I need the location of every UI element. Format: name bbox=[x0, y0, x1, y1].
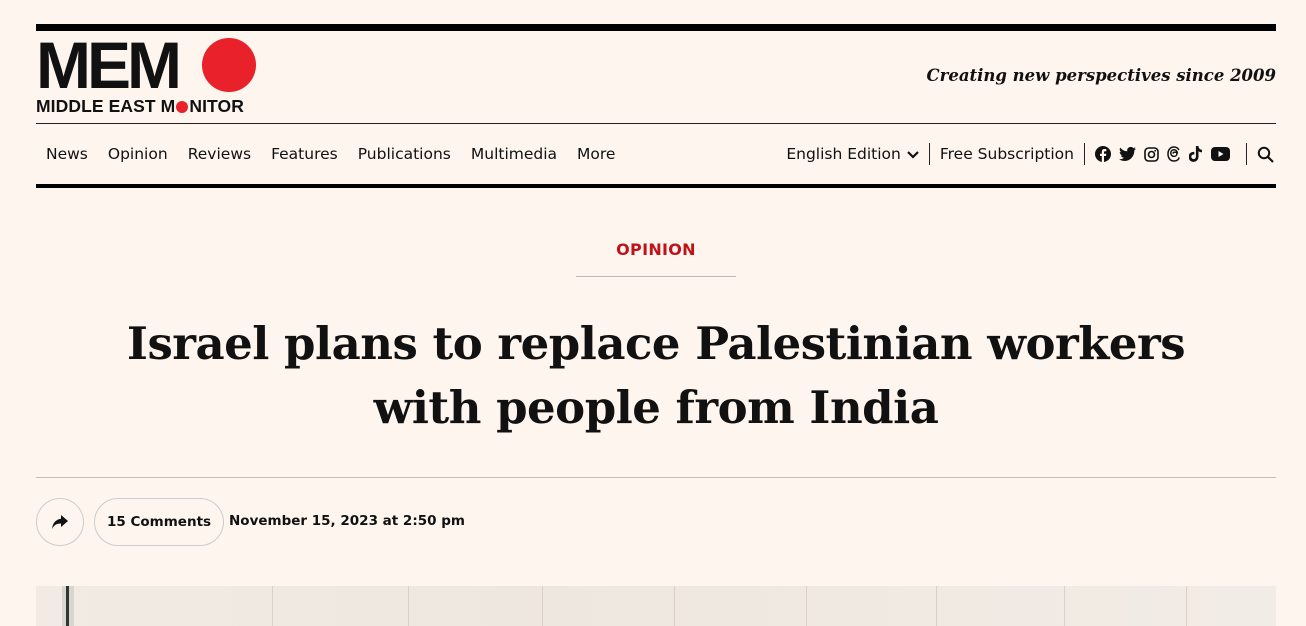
hero-image-panel bbox=[272, 586, 273, 626]
nav-separator bbox=[1084, 143, 1085, 165]
page-wrapper: MEM MIDDLE EAST M NITOR Creating new pers… bbox=[36, 0, 1276, 626]
nav-item-opinion[interactable]: Opinion bbox=[98, 145, 178, 163]
share-arrow-icon bbox=[52, 515, 68, 529]
article-category[interactable]: OPINION bbox=[576, 240, 736, 259]
comments-button[interactable]: 15 Comments bbox=[94, 498, 225, 546]
social-icons bbox=[1095, 146, 1230, 162]
hero-image-panel bbox=[542, 586, 543, 626]
logo-red-dot bbox=[202, 38, 256, 92]
hero-image-panel bbox=[936, 586, 937, 626]
publish-date: November 15, 2023 at 2:50 pm bbox=[229, 513, 465, 529]
hero-image bbox=[36, 586, 1276, 626]
youtube-icon[interactable] bbox=[1211, 147, 1230, 161]
nav-item-news[interactable]: News bbox=[36, 145, 98, 163]
logo-wordmark: MEM bbox=[36, 28, 182, 102]
threads-icon[interactable] bbox=[1167, 146, 1181, 162]
meta-divider bbox=[36, 477, 1276, 478]
facebook-icon[interactable] bbox=[1095, 146, 1111, 162]
chevron-down-icon bbox=[907, 145, 919, 163]
free-subscription-link[interactable]: Free Subscription bbox=[940, 145, 1074, 163]
hero-image-panel bbox=[1064, 586, 1065, 626]
instagram-icon[interactable] bbox=[1144, 146, 1159, 162]
nav-separator bbox=[928, 143, 930, 165]
nav-bottom-rule bbox=[36, 184, 1276, 188]
top-rule bbox=[36, 24, 1276, 31]
category-underline bbox=[576, 276, 736, 277]
nav-item-more[interactable]: More bbox=[567, 145, 625, 163]
main-nav: News Opinion Reviews Features Publicatio… bbox=[36, 140, 625, 168]
hero-image-panel bbox=[674, 586, 675, 626]
header-divider bbox=[36, 123, 1276, 124]
hero-image-panel bbox=[806, 586, 807, 626]
edition-label: English Edition bbox=[786, 145, 901, 163]
edition-selector[interactable]: English Edition bbox=[786, 145, 919, 163]
nav-item-multimedia[interactable]: Multimedia bbox=[461, 145, 567, 163]
twitter-icon[interactable] bbox=[1119, 147, 1136, 161]
search-icon[interactable] bbox=[1257, 146, 1274, 163]
article-title: Israel plans to replace Palestinian work… bbox=[126, 317, 1186, 434]
logo-subtitle: MIDDLE EAST M NITOR bbox=[36, 96, 244, 116]
site-tagline: Creating new perspectives since 2009 bbox=[926, 66, 1277, 85]
share-button[interactable] bbox=[36, 498, 84, 546]
tiktok-icon[interactable] bbox=[1189, 146, 1203, 162]
nav-item-reviews[interactable]: Reviews bbox=[178, 145, 261, 163]
hero-image-panel bbox=[408, 586, 409, 626]
hero-image-edge bbox=[66, 586, 69, 626]
nav-item-publications[interactable]: Publications bbox=[348, 145, 461, 163]
nav-right: English Edition Free Subscription bbox=[786, 140, 1276, 168]
nav-separator bbox=[1246, 143, 1247, 165]
nav-item-features[interactable]: Features bbox=[261, 145, 348, 163]
hero-image-panel bbox=[1186, 586, 1187, 626]
site-logo[interactable]: MEM MIDDLE EAST M NITOR bbox=[36, 32, 266, 116]
